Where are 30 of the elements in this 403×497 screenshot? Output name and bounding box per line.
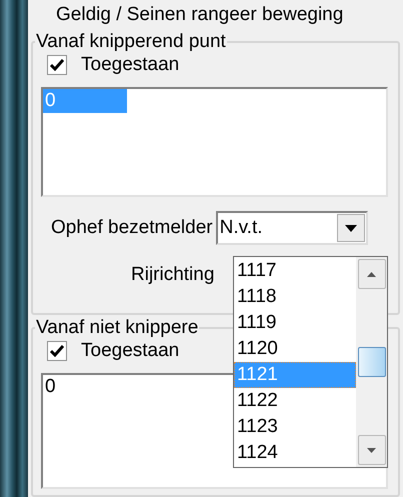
dropdown-option[interactable]: 1117 [234,258,356,284]
panel-title: Geldig / Seinen rangeer beweging [56,3,344,28]
field-label: Rijrichting [131,263,214,287]
caret-icon [344,224,357,232]
dropdown-arrow-button[interactable] [336,214,365,242]
checkbox[interactable] [47,55,67,75]
scroll-down-button[interactable] [358,435,386,465]
checkbox[interactable] [47,341,67,361]
check-icon [50,345,64,357]
dropdown-option[interactable]: 1124 [234,440,356,466]
dropdown-option[interactable]: 1123 [234,414,356,440]
checkbox-label: Toegestaan [81,52,180,77]
dropdown-option[interactable]: 1120 [234,336,356,362]
dropdown-option[interactable]: 1119 [234,310,356,336]
scrollbar[interactable] [356,257,387,467]
dropdown-field[interactable]: N.v.t. [216,211,368,245]
list-item[interactable]: 0 [43,375,127,399]
up-arrow-icon [367,272,376,276]
scroll-thumb[interactable] [358,347,386,377]
group-title: Vanaf niet knippere [35,317,200,339]
scroll-up-button[interactable] [358,259,386,289]
down-arrow-icon [367,448,376,452]
checkbox-label: Toegestaan [81,338,180,363]
dropdown-option[interactable]: 1122 [234,388,356,414]
dropdown-option[interactable]: 1118 [234,284,356,310]
field-label: Ophef bezetmelder [51,216,213,240]
dropdown-value: N.v.t. [218,216,264,240]
dropdown-list[interactable]: 1117 1118 1119 1120 1121 1122 1123 1124 [233,256,388,468]
group-title: Vanaf knipperend punt [35,31,227,53]
check-icon [50,59,64,71]
